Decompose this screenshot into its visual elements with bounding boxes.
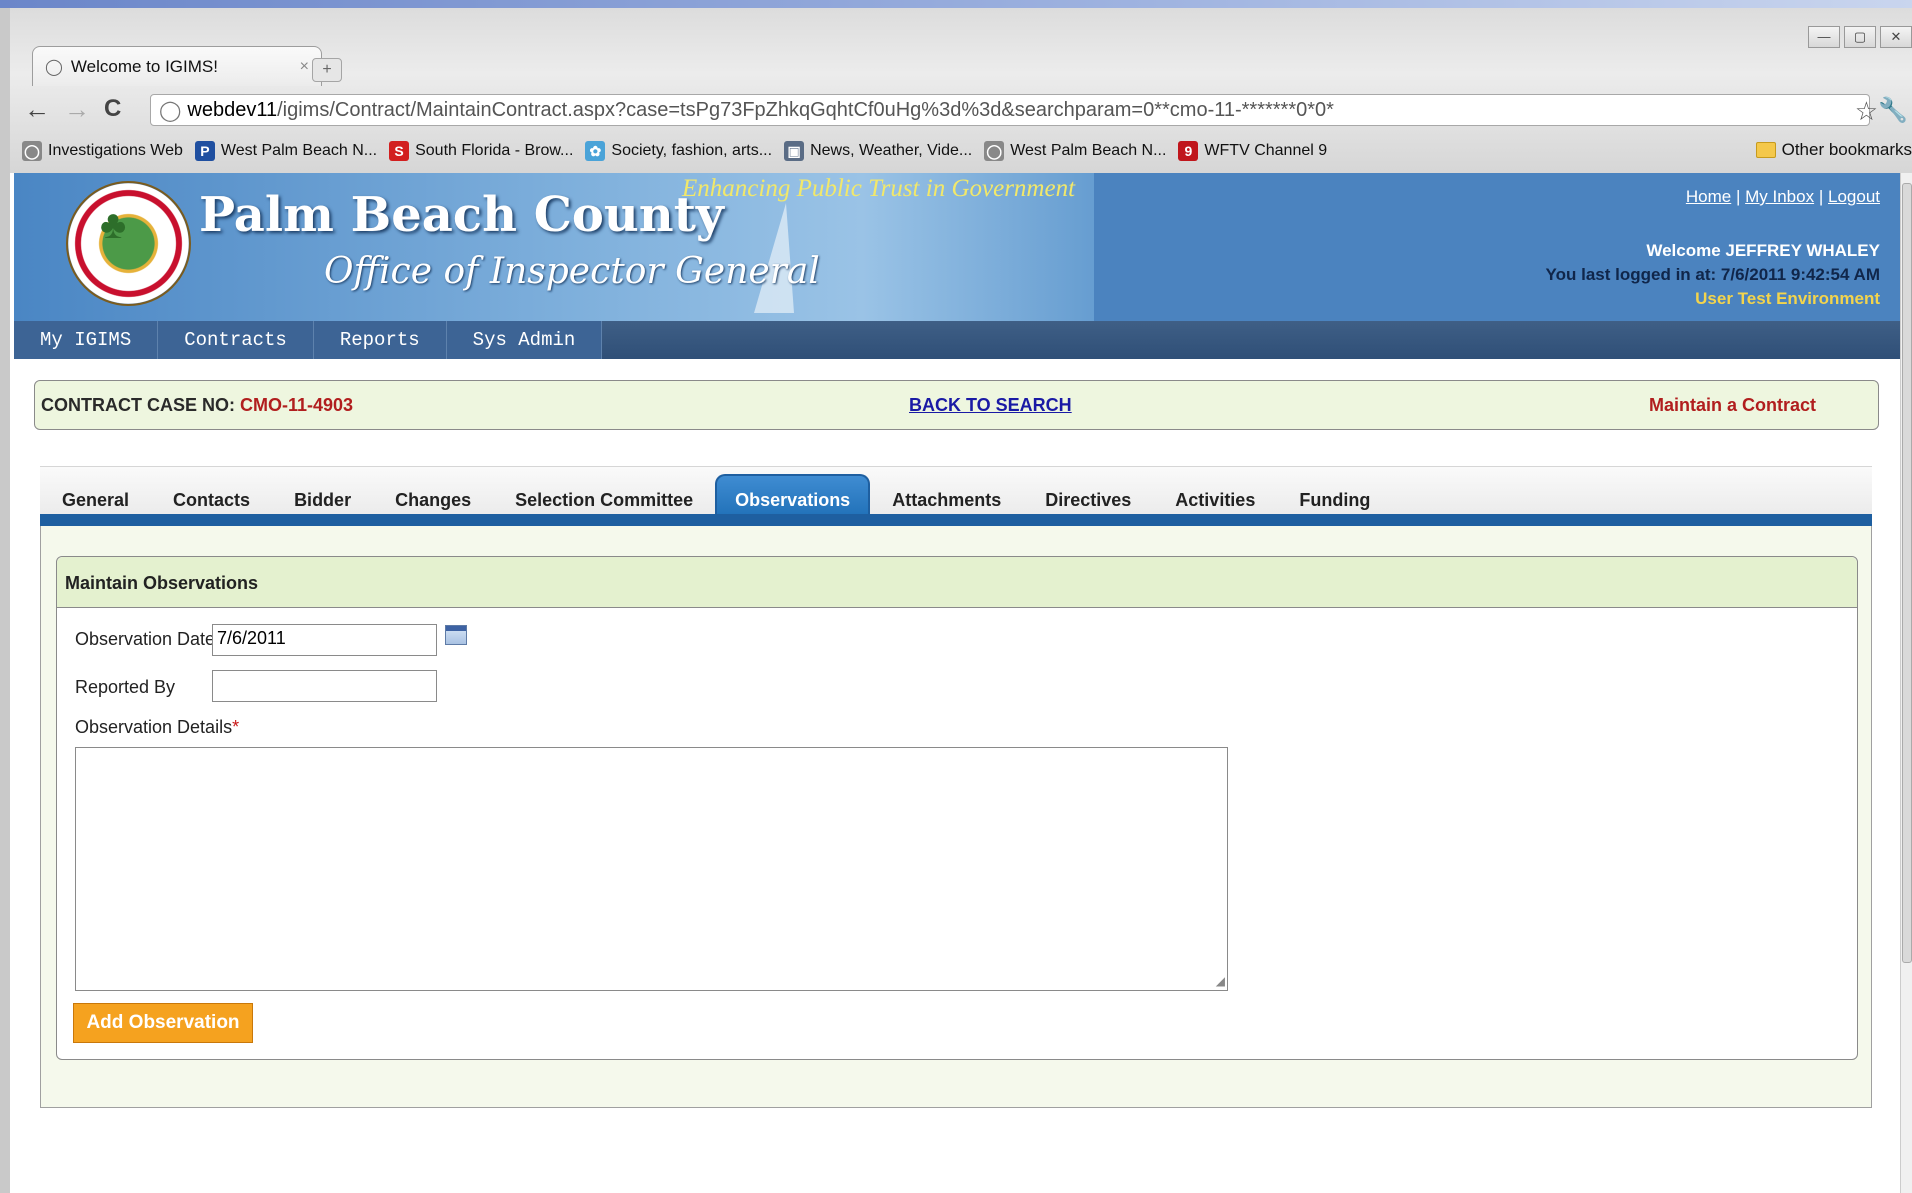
new-tab-button[interactable]: + [312, 58, 342, 82]
tab-title: Welcome to IGIMS! [70, 56, 218, 76]
observations-panel: Maintain Observations Observation Date 7… [56, 556, 1858, 1060]
case-number: CMO-11-4903 [240, 395, 354, 415]
top-links: Home | My Inbox | Logout [1686, 187, 1880, 207]
case-header: CONTRACT CASE NO: CMO-11-4903 BACK TO SE… [34, 380, 1879, 430]
site-tagline: Enhancing Public Trust in Government [682, 175, 1076, 202]
palm-tree-icon: ♣ [100, 203, 127, 247]
case-label-text: CONTRACT CASE NO: [41, 395, 240, 415]
bookmark-item[interactable]: ✿ Society, fashion, arts... [585, 141, 772, 161]
back-to-search-link[interactable]: BACK TO SEARCH [909, 395, 1072, 416]
bookmark-item[interactable]: S South Florida - Brow... [389, 141, 573, 161]
other-bookmarks-label: Other bookmarks [1781, 140, 1912, 159]
observation-details-textarea[interactable]: ◢ [75, 747, 1228, 991]
bookmark-item[interactable]: 9 WFTV Channel 9 [1178, 141, 1327, 161]
page-title: Maintain a Contract [1648, 395, 1816, 415]
add-observation-button[interactable]: Add Observation [73, 1003, 253, 1043]
maximize-icon[interactable]: ▢ [1844, 26, 1876, 48]
wrench-icon[interactable]: 🔧 [1878, 96, 1908, 125]
link-separator: | [1735, 187, 1741, 206]
forward-icon[interactable]: → [64, 94, 90, 125]
main-menu-bar: My IGIMS Contracts Reports Sys Admin [14, 321, 1900, 359]
tab-content: Maintain Observations Observation Date 7… [40, 526, 1872, 1108]
logout-link[interactable]: Logout [1828, 187, 1880, 206]
required-marker: * [232, 717, 240, 737]
menu-sys-admin[interactable]: Sys Admin [447, 321, 603, 359]
palm-beach-post-icon: P [194, 141, 215, 161]
page-icon: ◯ [159, 99, 182, 122]
reported-by-input[interactable] [212, 670, 437, 702]
url-host: webdev11 [187, 98, 278, 121]
society-icon: ✿ [585, 141, 606, 161]
observation-date-label: Observation Date [75, 629, 216, 649]
bookmark-item[interactable]: ◯ Investigations Web [22, 141, 183, 161]
tab-close-icon[interactable]: × [300, 58, 309, 76]
bookmark-label: West Palm Beach N... [220, 142, 378, 159]
close-window-icon[interactable]: ✕ [1880, 26, 1912, 48]
bookmark-label: Society, fashion, arts... [611, 142, 773, 159]
globe-icon: ◯ [45, 58, 63, 76]
last-login-text: You last logged in at: 7/6/2011 9:42:54 … [1545, 265, 1880, 284]
url-path: /igims/Contract/MaintainContract.aspx?ca… [277, 98, 1334, 121]
bookmarks-bar: ◯ Investigations Web P West Palm Beach N...… [10, 132, 1912, 170]
back-icon[interactable]: ← [24, 94, 50, 125]
page-scrollbar[interactable] [1900, 173, 1912, 1193]
navigation-bar: ← → C ◯ webdev11 /igims/Contract/Maintai… [10, 88, 1912, 130]
bookmark-label: WFTV Channel 9 [1204, 142, 1328, 159]
welcome-text: Welcome JEFFREY WHALEY [1646, 241, 1880, 260]
folder-icon [1755, 142, 1776, 158]
address-bar[interactable]: ◯ webdev11 /igims/Contract/MaintainContr… [150, 94, 1870, 126]
window-title-bar [0, 0, 1912, 8]
site-subtitle: Office of Inspector General [324, 251, 820, 292]
bookmark-label: South Florida - Brow... [415, 142, 574, 159]
globe-icon: ◯ [984, 141, 1005, 161]
scrollbar-thumb[interactable] [1902, 183, 1912, 963]
calendar-icon[interactable] [445, 625, 467, 645]
wftv-icon: 9 [1178, 141, 1199, 161]
menu-my-igims[interactable]: My IGIMS [14, 321, 159, 359]
browser-window: ◯ Welcome to IGIMS! × + — ▢ ✕ ← → C ◯ we… [0, 0, 1912, 1193]
oig-seal-logo [66, 181, 191, 306]
home-link[interactable]: Home [1686, 187, 1731, 206]
bookmark-label: West Palm Beach N... [1010, 142, 1167, 159]
window-controls: — ▢ ✕ [1808, 26, 1912, 48]
minimize-icon[interactable]: — [1808, 26, 1840, 48]
menu-contracts[interactable]: Contracts [158, 321, 314, 359]
welcome-block: Welcome JEFFREY WHALEY You last logged i… [1546, 239, 1880, 311]
observation-details-label-text: Observation Details [75, 717, 233, 737]
resize-grip-icon[interactable]: ◢ [1216, 974, 1225, 988]
bookmark-item[interactable]: P West Palm Beach N... [194, 141, 378, 161]
bookmark-item[interactable]: ◯ West Palm Beach N... [984, 141, 1166, 161]
bookmark-label: News, Weather, Vide... [810, 142, 973, 159]
sun-sentinel-icon: S [389, 141, 410, 161]
reload-icon[interactable]: C [104, 95, 121, 123]
globe-icon: ◯ [22, 141, 42, 161]
menu-reports[interactable]: Reports [314, 321, 447, 359]
environment-label: User Test Environment [1695, 289, 1880, 308]
site-title: Palm Beach County [199, 187, 724, 243]
window-left-border [0, 8, 10, 1193]
browser-tab[interactable]: ◯ Welcome to IGIMS! × [32, 46, 322, 86]
observation-date-input[interactable]: 7/6/2011 [212, 624, 437, 656]
news-icon: ▣ [784, 141, 805, 161]
bookmark-star-icon[interactable]: ☆ [1855, 96, 1878, 127]
site-banner: ♣ Palm Beach County Office of Inspector … [14, 173, 1900, 321]
panel-header: Maintain Observations [57, 557, 1857, 608]
observation-details-label: Observation Details* [75, 717, 239, 738]
link-separator: | [1818, 187, 1824, 206]
case-number-label: CONTRACT CASE NO: CMO-11-4903 [41, 395, 353, 416]
my-inbox-link[interactable]: My Inbox [1745, 187, 1814, 206]
other-bookmarks[interactable]: Other bookmarks [1755, 140, 1912, 160]
reported-by-label: Reported By [75, 677, 176, 697]
bookmark-label: Investigations Web [48, 142, 183, 159]
main-menu: My IGIMS Contracts Reports Sys Admin [14, 321, 603, 359]
bookmark-item[interactable]: ▣ News, Weather, Vide... [784, 141, 972, 161]
tab-underline [40, 514, 1872, 526]
